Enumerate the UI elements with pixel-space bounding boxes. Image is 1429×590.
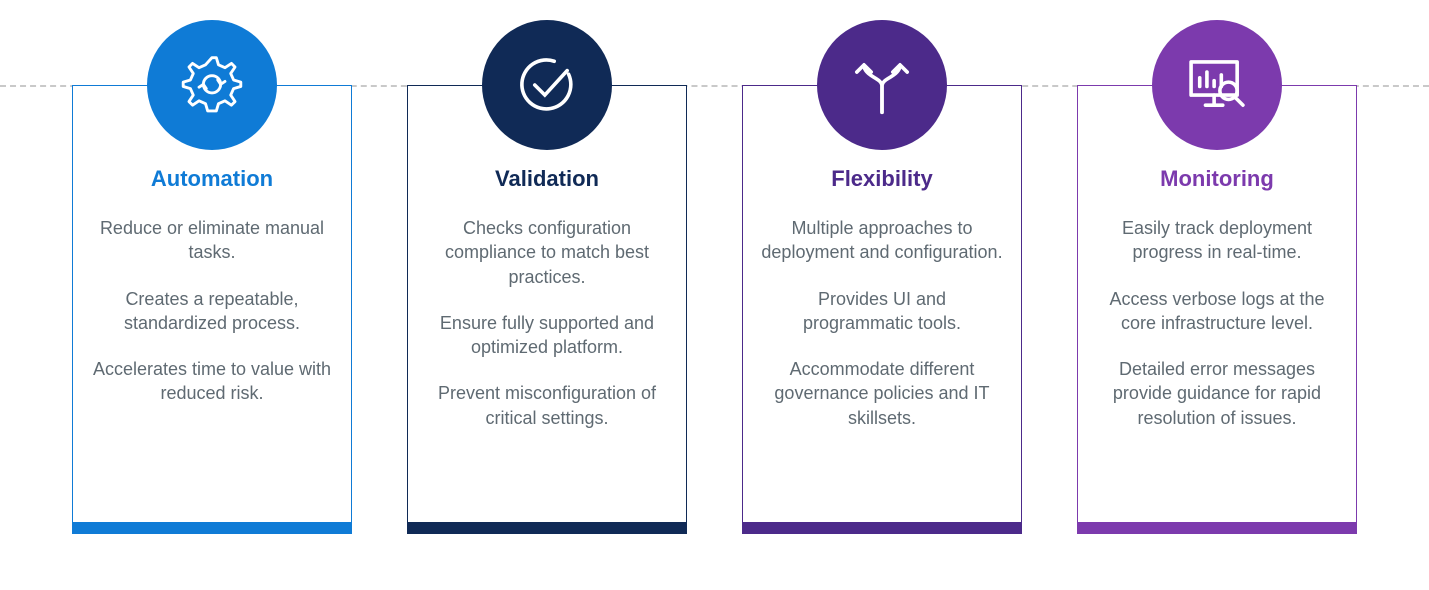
- card-underbar: [72, 523, 352, 534]
- card-underbar: [407, 523, 687, 534]
- feature-cards-row: Automation Reduce or eliminate manual ta…: [0, 0, 1429, 534]
- card-paragraph: Checks configuration compliance to match…: [426, 216, 668, 289]
- fork-arrows-icon: [817, 20, 947, 150]
- card-paragraph: Accommodate different governance policie…: [761, 357, 1003, 430]
- card-body-monitoring: Monitoring Easily track deployment progr…: [1077, 85, 1357, 523]
- card-automation: Automation Reduce or eliminate manual ta…: [72, 20, 352, 534]
- card-monitoring: Monitoring Easily track deployment progr…: [1077, 20, 1357, 534]
- monitor-search-icon: [1152, 20, 1282, 150]
- card-paragraph: Multiple approaches to deployment and co…: [761, 216, 1003, 265]
- gear-cycle-icon: [147, 20, 277, 150]
- card-paragraph: Accelerates time to value with reduced r…: [91, 357, 333, 406]
- card-paragraph: Detailed error messages provide guidance…: [1096, 357, 1338, 430]
- checkmark-circle-icon-svg: [511, 49, 583, 121]
- card-body-validation: Validation Checks configuration complian…: [407, 85, 687, 523]
- card-paragraph: Creates a repeatable, standardized proce…: [91, 287, 333, 336]
- card-flexibility: Flexibility Multiple approaches to deplo…: [742, 20, 1022, 534]
- card-paragraph: Provides UI and programmatic tools.: [761, 287, 1003, 336]
- card-title: Flexibility: [761, 166, 1003, 192]
- card-title: Automation: [91, 166, 333, 192]
- card-paragraph: Access verbose logs at the core infrastr…: [1096, 287, 1338, 336]
- card-body-automation: Automation Reduce or eliminate manual ta…: [72, 85, 352, 523]
- card-paragraph: Ensure fully supported and optimized pla…: [426, 311, 668, 360]
- gear-cycle-icon-svg: [176, 49, 248, 121]
- card-underbar: [742, 523, 1022, 534]
- fork-arrows-icon-svg: [846, 49, 918, 121]
- card-title: Validation: [426, 166, 668, 192]
- card-paragraph: Prevent misconfiguration of critical set…: [426, 381, 668, 430]
- card-paragraph: Easily track deployment progress in real…: [1096, 216, 1338, 265]
- card-underbar: [1077, 523, 1357, 534]
- monitor-search-icon-svg: [1181, 49, 1253, 121]
- card-paragraph: Reduce or eliminate manual tasks.: [91, 216, 333, 265]
- card-body-flexibility: Flexibility Multiple approaches to deplo…: [742, 85, 1022, 523]
- card-title: Monitoring: [1096, 166, 1338, 192]
- card-validation: Validation Checks configuration complian…: [407, 20, 687, 534]
- checkmark-circle-icon: [482, 20, 612, 150]
